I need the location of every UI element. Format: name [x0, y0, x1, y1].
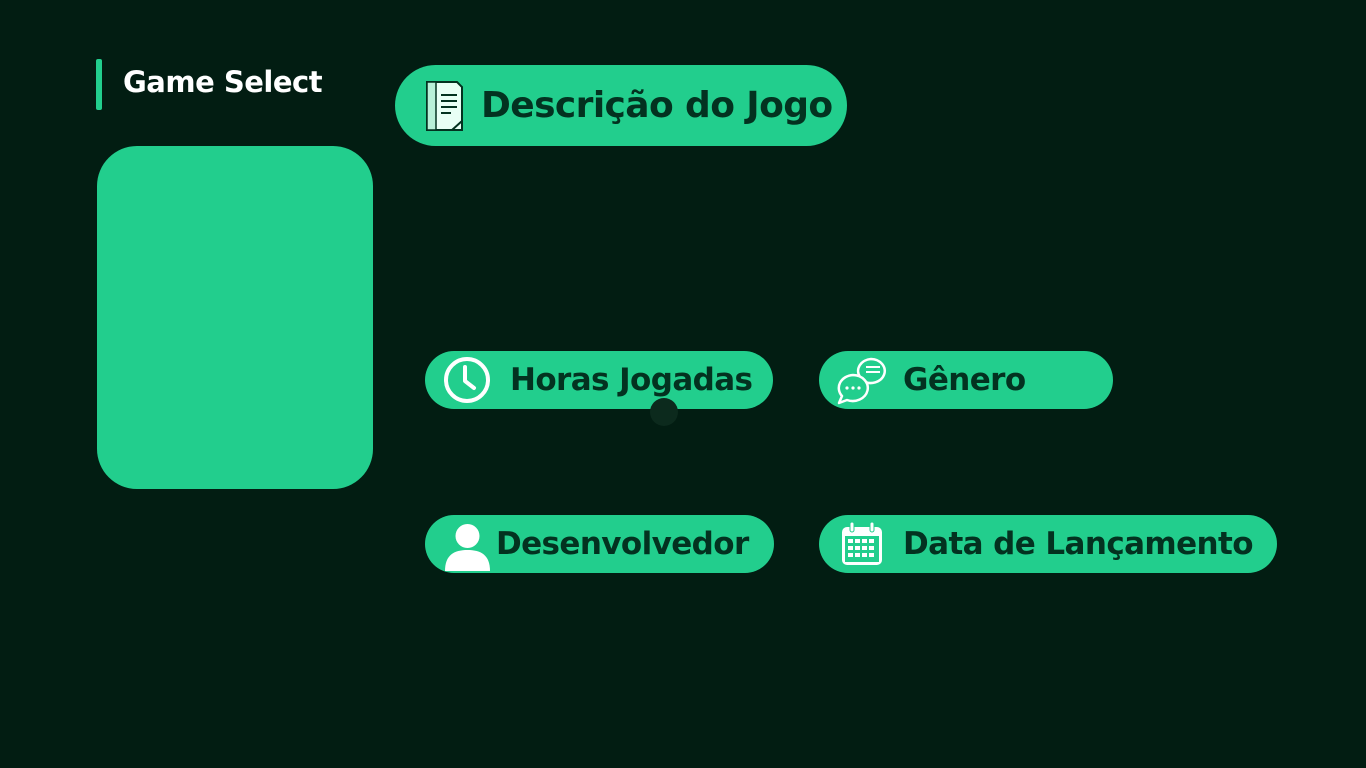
developer-label: Desenvolvedor	[496, 526, 749, 562]
decorative-dot	[650, 398, 678, 426]
release-date-button[interactable]: Data de Lançamento	[819, 515, 1277, 573]
app-title: Game Select	[123, 65, 323, 99]
user-icon	[444, 523, 491, 571]
game-cover-placeholder[interactable]	[97, 146, 373, 489]
game-description-label: Descrição do Jogo	[481, 85, 833, 126]
hours-played-label: Horas Jogadas	[510, 362, 753, 398]
developer-button[interactable]: Desenvolvedor	[425, 515, 774, 573]
calendar-icon	[839, 521, 884, 567]
genre-label: Gênero	[903, 362, 1026, 398]
hours-played-button[interactable]: Horas Jogadas	[425, 351, 773, 409]
clock-icon	[443, 356, 491, 404]
release-date-label: Data de Lançamento	[903, 526, 1254, 562]
document-icon	[422, 80, 466, 132]
game-select-page: Game Select Descrição do Jogo Horas Joga…	[0, 0, 1366, 768]
chat-bubbles-icon	[835, 355, 888, 405]
genre-button[interactable]: Gênero	[819, 351, 1113, 409]
game-description-button[interactable]: Descrição do Jogo	[395, 65, 847, 146]
brand-accent-bar	[96, 59, 102, 110]
